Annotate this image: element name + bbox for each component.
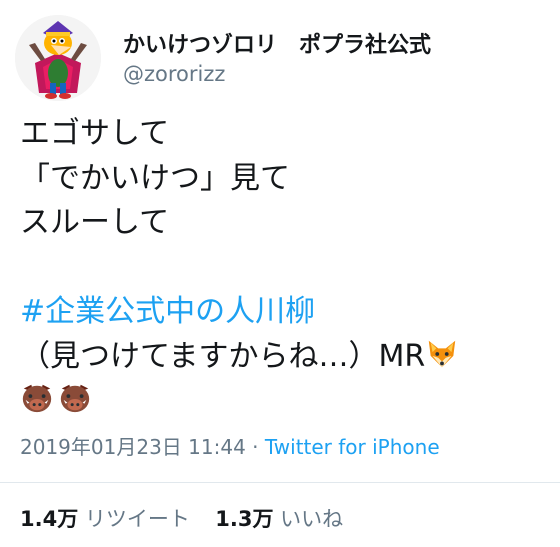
display-name[interactable]: かいけつゾロリ ポプラ社公式 [123, 27, 431, 59]
boar-face-emoji-icon [22, 384, 52, 413]
divider [0, 482, 560, 483]
likes-count[interactable]: 1.3万 [215, 507, 273, 531]
retweets-count[interactable]: 1.4万 [20, 507, 78, 531]
hashtag-link[interactable]: #企業公式中の人川柳 [20, 290, 550, 335]
retweets-label[interactable]: リツイート [85, 507, 190, 531]
tweet-text: エゴサして 「でかいけつ」見て スルーして #企業公式中の人川柳 （見つけてます… [20, 112, 550, 424]
source-link[interactable]: Twitter for iPhone [265, 435, 440, 459]
tweet-stats: 1.4万 リツイート 1.3万 いいね [20, 503, 343, 533]
likes-label[interactable]: いいね [280, 507, 343, 531]
meta-separator: · [245, 435, 265, 459]
timestamp[interactable]: 2019年01月23日 11:44 [20, 435, 246, 459]
tweet-line-text: （見つけてますからね…）MR [20, 338, 426, 374]
zorori-avatar-icon [15, 15, 101, 101]
boar-face-emoji-icon [60, 384, 90, 413]
tweet-meta: 2019年01月23日 11:44 · Twitter for iPhone [20, 431, 440, 460]
tweet-line: スルーして [20, 205, 170, 240]
fox-face-emoji-icon [429, 340, 456, 367]
tweet-card: かいけつゾロリ ポプラ社公式 @zororizz エゴサして 「でかいけつ」見て… [0, 0, 560, 547]
tweet-line: 「でかいけつ」見て [20, 160, 290, 196]
user-handle[interactable]: @zororizz [123, 62, 225, 86]
emoji-line [20, 379, 550, 424]
avatar[interactable] [15, 15, 101, 101]
tweet-line: エゴサして [20, 116, 170, 151]
tweet-line: （見つけてますからね…）MR [20, 335, 550, 380]
